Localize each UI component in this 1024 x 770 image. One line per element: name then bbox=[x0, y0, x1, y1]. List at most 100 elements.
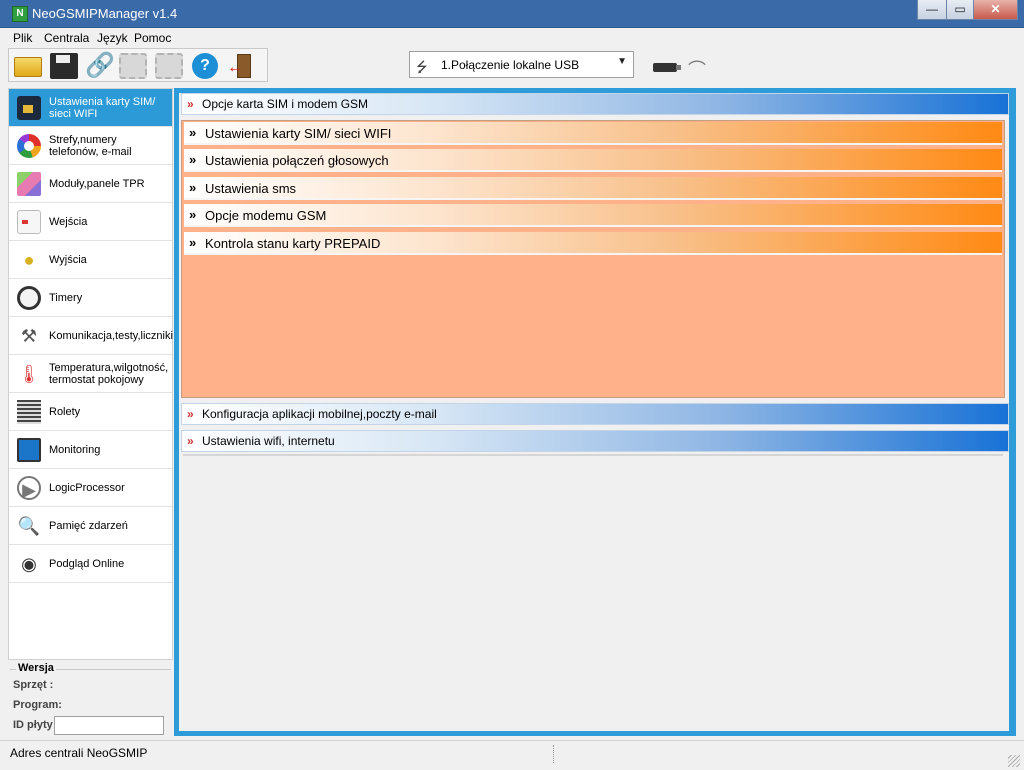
menu-pomoc[interactable]: Pomoc bbox=[134, 31, 171, 45]
version-panel: Wersja Sprzęt : Program: ID płyty bbox=[8, 660, 173, 738]
toolbar-button-group: 🔗 ? ← bbox=[8, 48, 268, 82]
sidebar-item-label: Ustawienia karty SIM/ sieci WIFI bbox=[49, 96, 156, 120]
section-label: Ustawienia wifi, internetu bbox=[202, 434, 335, 448]
board-id-field[interactable] bbox=[54, 716, 164, 735]
double-chevron-icon: » bbox=[187, 434, 194, 448]
sidebar-item-label: Temperatura,wilgotność, termostat pokojo… bbox=[49, 362, 169, 386]
menu-centrala[interactable]: Centrala bbox=[44, 31, 89, 45]
connection-select[interactable]: ⭍ 1.Połączenie lokalne USB ▼ bbox=[409, 51, 634, 78]
status-bar: Adres centrali NeoGSMIP bbox=[0, 740, 1024, 770]
section-mobile-header[interactable]: » Konfiguracja aplikacji mobilnej,poczty… bbox=[181, 403, 1009, 425]
sidebar-item-sim[interactable]: Ustawienia karty SIM/ sieci WIFI bbox=[9, 89, 172, 127]
logic-icon: ▶ bbox=[17, 476, 41, 500]
section-sim-header[interactable]: » Opcje karta SIM i modem GSM bbox=[181, 93, 1009, 115]
sidebar-item-timers[interactable]: Timery bbox=[9, 279, 172, 317]
online-preview-icon: ◉ bbox=[21, 554, 37, 574]
usb-icon: ⭍ bbox=[416, 59, 428, 75]
input-sensor-icon bbox=[17, 210, 41, 234]
sidebar-item-label: Wyjścia bbox=[49, 254, 87, 266]
sidebar: Ustawienia karty SIM/ sieci WIFI Strefy,… bbox=[8, 88, 173, 660]
chevron-down-icon: ▼ bbox=[617, 56, 627, 67]
chip-download-icon[interactable] bbox=[155, 53, 183, 79]
sub-item-label: Ustawienia sms bbox=[205, 181, 297, 196]
section-divider bbox=[183, 454, 1003, 456]
sidebar-item-label: Monitoring bbox=[49, 444, 101, 456]
sidebar-item-temperature[interactable]: 🌡 Temperatura,wilgotność, termostat poko… bbox=[9, 355, 172, 393]
sub-item-prepaid[interactable]: » Kontrola stanu karty PREPAID bbox=[184, 232, 1002, 255]
title-bar: N NeoGSMIPManager v1.4 — ▭ ✕ bbox=[0, 0, 1024, 28]
sub-item-sim-wifi[interactable]: » Ustawienia karty SIM/ sieci WIFI bbox=[184, 122, 1002, 145]
section-sim-body: » Ustawienia karty SIM/ sieci WIFI » Ust… bbox=[181, 120, 1005, 398]
section-wifi-header[interactable]: » Ustawienia wifi, internetu bbox=[181, 430, 1009, 452]
sub-item-voice-calls[interactable]: » Ustawienia połączeń głosowych bbox=[184, 149, 1002, 172]
sidebar-item-zones[interactable]: Strefy,numery telefonów, e-mail bbox=[9, 127, 172, 165]
sidebar-item-label: Podgląd Online bbox=[49, 558, 125, 570]
help-icon[interactable]: ? bbox=[192, 53, 218, 79]
wifi-icon: ⌒ bbox=[688, 60, 706, 80]
sub-item-label: Opcje modemu GSM bbox=[205, 208, 327, 223]
sidebar-item-communication[interactable]: ⚒ Komunikacja,testy,liczniki bbox=[9, 317, 173, 355]
exit-icon[interactable]: ← bbox=[227, 53, 255, 79]
sidebar-item-logicprocessor[interactable]: ▶ LogicProcessor bbox=[9, 469, 172, 507]
section-label: Konfiguracja aplikacji mobilnej,poczty e… bbox=[202, 407, 437, 421]
sidebar-item-monitoring[interactable]: Monitoring bbox=[9, 431, 172, 469]
resize-grip-icon[interactable] bbox=[1008, 755, 1020, 767]
menu-bar: Plik Centrala Język Pomoc bbox=[0, 28, 1024, 48]
board-id-label: ID płyty bbox=[13, 719, 53, 731]
bulb-icon: ● bbox=[23, 250, 35, 270]
version-title: Wersja bbox=[16, 662, 56, 674]
section-label: Opcje karta SIM i modem GSM bbox=[202, 97, 369, 111]
hardware-label: Sprzęt : bbox=[13, 679, 54, 691]
clock-icon bbox=[17, 286, 41, 310]
program-label: Program: bbox=[13, 699, 62, 711]
thermometer-icon: 🌡 bbox=[17, 364, 41, 384]
double-chevron-icon: » bbox=[189, 180, 197, 195]
sub-item-label: Ustawienia karty SIM/ sieci WIFI bbox=[205, 126, 392, 141]
minimize-button[interactable]: — bbox=[917, 0, 947, 20]
toolbar: 🔗 ? ← ⭍ 1.Połączenie lokalne USB ▼ ⌒ bbox=[0, 48, 1024, 86]
sidebar-item-label: Moduły,panele TPR bbox=[49, 178, 145, 190]
sidebar-item-modules[interactable]: Moduły,panele TPR bbox=[9, 165, 172, 203]
sidebar-item-label: Rolety bbox=[49, 406, 81, 418]
double-chevron-icon: » bbox=[189, 235, 197, 250]
double-chevron-icon: » bbox=[189, 152, 197, 167]
status-separator bbox=[553, 745, 554, 763]
open-folder-icon[interactable] bbox=[14, 57, 42, 77]
sidebar-item-inputs[interactable]: Wejścia bbox=[9, 203, 172, 241]
sidebar-item-event-memory[interactable]: 🔍 Pamięć zdarzeń bbox=[9, 507, 172, 545]
chip-upload-icon[interactable] bbox=[119, 53, 147, 79]
modules-icon bbox=[17, 172, 41, 196]
sub-item-label: Kontrola stanu karty PREPAID bbox=[205, 236, 381, 251]
connect-icon[interactable]: 🔗 bbox=[85, 53, 115, 79]
save-icon[interactable] bbox=[50, 53, 78, 79]
tools-icon: ⚒ bbox=[20, 326, 38, 346]
sidebar-item-label: Strefy,numery telefonów, e-mail bbox=[49, 134, 132, 158]
blinds-icon bbox=[17, 400, 41, 424]
double-chevron-icon: » bbox=[189, 207, 197, 222]
sidebar-item-online-preview[interactable]: ◉ Podgląd Online bbox=[9, 545, 172, 583]
sidebar-item-label: Timery bbox=[49, 292, 83, 304]
maximize-button[interactable]: ▭ bbox=[946, 0, 974, 20]
sidebar-item-label: LogicProcessor bbox=[49, 482, 125, 494]
close-button[interactable]: ✕ bbox=[973, 0, 1018, 20]
sim-card-icon bbox=[17, 96, 41, 120]
double-chevron-icon: » bbox=[187, 407, 194, 421]
chevron-down-icon: » bbox=[187, 97, 194, 111]
sidebar-item-blinds[interactable]: Rolety bbox=[9, 393, 172, 431]
event-memory-icon: 🔍 bbox=[17, 516, 41, 536]
menu-jezyk[interactable]: Język bbox=[97, 31, 128, 45]
status-text: Adres centrali NeoGSMIP bbox=[10, 746, 148, 760]
exit-arrow: ← bbox=[227, 59, 243, 76]
zones-icon bbox=[17, 134, 41, 158]
main-panel: » Opcje karta SIM i modem GSM » Ustawien… bbox=[174, 88, 1016, 736]
connection-value: 1.Połączenie lokalne USB bbox=[441, 58, 580, 72]
monitor-icon bbox=[17, 438, 41, 462]
menu-plik[interactable]: Plik bbox=[13, 31, 32, 45]
window-title: NeoGSMIPManager v1.4 bbox=[32, 6, 178, 21]
main-content: » Opcje karta SIM i modem GSM » Ustawien… bbox=[179, 93, 1009, 731]
sub-item-gsm-modem[interactable]: » Opcje modemu GSM bbox=[184, 204, 1002, 227]
sidebar-item-label: Komunikacja,testy,liczniki bbox=[49, 330, 173, 342]
sidebar-item-outputs[interactable]: ● Wyjścia bbox=[9, 241, 172, 279]
sub-item-label: Ustawienia połączeń głosowych bbox=[205, 153, 389, 168]
sub-item-sms[interactable]: » Ustawienia sms bbox=[184, 177, 1002, 200]
